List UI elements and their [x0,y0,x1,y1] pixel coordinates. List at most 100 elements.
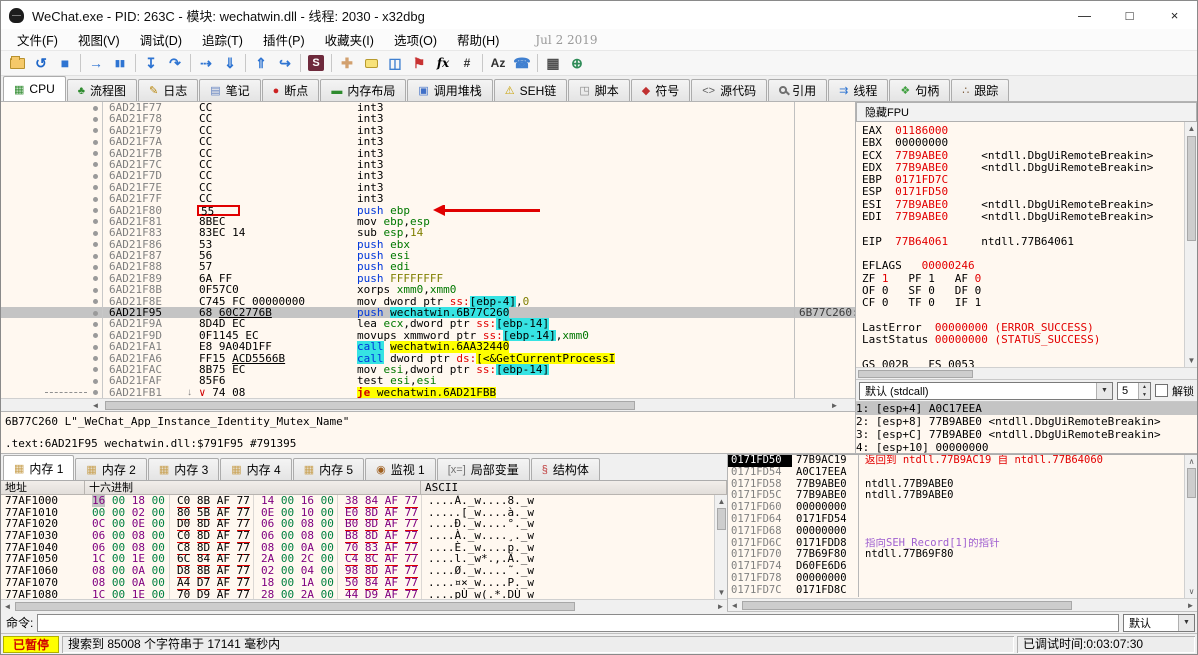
scrollbar-thumb[interactable] [105,401,635,410]
register-line[interactable]: CF 0 TF 0 IF 1 [862,297,1184,309]
comment-cell[interactable] [794,363,855,376]
scylla-icon[interactable]: S [304,52,328,74]
breakpoint-dot[interactable] [89,158,103,171]
scrollbar-thumb[interactable] [1187,468,1196,498]
address-cell[interactable]: 6AD21F83 [103,227,195,239]
comment-cell[interactable] [794,102,855,114]
address-cell[interactable]: 6AD21F7F [103,193,195,205]
comment-cell[interactable] [794,204,855,216]
stack-comment-cell[interactable] [858,513,1184,526]
breakpoint-dot[interactable] [89,307,103,319]
comment-cell[interactable] [794,386,855,398]
bytes-cell[interactable]: CC [195,147,357,159]
breakpoint-dot[interactable] [89,386,103,398]
memory-dump-view[interactable]: 77AF1000 16 00 18 00 C0 8B AF 77 14 00 16 0… [1,495,714,599]
menu-item[interactable]: 选项(O) [384,32,447,50]
scroll-down-arrow-icon[interactable]: ▼ [1185,354,1197,367]
breakpoint-dot[interactable] [89,341,103,353]
stack-comment-cell[interactable] [858,466,1184,479]
tab-跟踪[interactable]: ∴ 跟踪 [951,79,1010,101]
scroll-up-arrow-icon[interactable]: ∧ [1185,455,1197,468]
instruction-cell[interactable]: call wechatwin.6AA32440 [357,341,794,353]
comment-cell[interactable]: 6B77C260:L"_WeChat_App_Insta [794,307,855,319]
stack-address-cell[interactable]: 0171FD64 [728,513,792,526]
argument-row[interactable]: 2: [esp+8] 77B9ABE0 <ntdll.DbgUiRemoteBr… [856,415,1197,428]
open-file-icon[interactable] [5,52,29,74]
comment-cell[interactable] [794,318,855,330]
patch-icon[interactable]: ✚ [335,52,359,74]
disasm-row[interactable]: 6AD21F8B 0F57C0 xorps xmm0, xmm0 [1,284,855,296]
comment-cell[interactable] [794,261,855,273]
argument-row[interactable]: 1: [esp+4] A0C17EEA [856,402,1197,416]
comment-cell[interactable] [794,193,855,205]
tab-符号[interactable]: ◆ 符号 [630,79,691,101]
bytes-cell[interactable]: CC [195,182,357,193]
breakpoint-dot[interactable] [89,284,103,296]
breakpoint-dot[interactable] [89,147,103,159]
comment-cell[interactable] [794,227,855,239]
comment-cell[interactable] [794,250,855,262]
bytes-cell[interactable]: CC [195,193,357,204]
instruction-cell[interactable]: int3 [357,170,794,181]
hash-icon[interactable]: # [455,52,479,74]
registers-hscrollbar[interactable] [856,367,1197,380]
comment-cell[interactable] [794,341,855,353]
menu-item[interactable]: 追踪(T) [192,32,253,50]
disasm-row[interactable]: 6AD21FA1 E8 9A04D1FF call wechatwin.6AA324… [1,341,855,353]
title-bar[interactable]: WeChat.exe - PID: 263C - 模块: wechatwin.d… [1,1,1197,29]
scrollbar-thumb[interactable] [15,602,575,611]
comment-cell[interactable] [794,113,855,125]
instruction-cell[interactable]: int3 [357,159,794,170]
memory-row[interactable]: 77AF1080 1C 00 1E 00 70 D9 AF 77 28 00 2A 0… [1,587,714,599]
hex-group[interactable]: 44 D9 AF 77 [337,587,421,599]
stack-value-cell[interactable]: 00000000 [792,572,858,585]
dump-vscrollbar[interactable]: ▲ ▼ [714,495,727,599]
bytes-cell[interactable]: CC [195,113,357,124]
attach-icon[interactable]: ↪ [273,52,297,74]
stack-comment-cell[interactable] [858,572,1184,585]
stack-row[interactable]: 0171FD78 00000000 [728,572,1184,585]
disasm-row[interactable]: 6AD21FB1 ∨ 74 08 je wechatwin.6AD21FBB [1,386,855,398]
breakpoint-dot[interactable] [89,238,103,251]
comment-cell[interactable] [794,124,855,137]
stack-address-cell[interactable]: 0171FD7C [728,584,792,597]
instruction-cell[interactable]: call dword ptr ds: [<&GetCurrentProcessI [357,352,794,364]
comment-cell[interactable] [794,295,855,308]
instruction-cell[interactable]: lea ecx, dword ptr ss: [ebp-14] [357,318,794,330]
instruction-cell[interactable]: xorps xmm0, xmm0 [357,284,794,295]
instruction-cell[interactable]: int3 [357,193,794,204]
comment-cell[interactable] [794,158,855,171]
instruction-cell[interactable]: movups xmmword ptr ss: [ebp-14], xmm0 [357,329,794,342]
tab-内存 3[interactable]: ▦ 内存 3 [147,458,220,480]
disassembly-view[interactable]: 6AD21F77 CC int3 6AD21F78 CC int3 6AD21F79 CC in… [1,102,855,398]
stack-row[interactable]: 0171FD7C 0171FD8C [728,584,1184,597]
instruction-cell[interactable]: test esi, esi [357,375,794,386]
menu-item[interactable]: 视图(V) [68,32,130,50]
stack-row[interactable]: 0171FD68 00000000 [728,525,1184,538]
dump-header-address[interactable]: 地址 [1,481,85,495]
tab-笔记[interactable]: ▤ 笔记 [199,79,261,101]
comment-cell[interactable] [794,238,855,251]
breakpoint-dot[interactable] [89,363,103,376]
breakpoint-dot[interactable] [89,250,103,262]
phone-icon[interactable]: ☎ [510,52,534,74]
scrollbar-thumb[interactable] [1187,136,1196,241]
step-over-icon[interactable]: ↷ [163,52,187,74]
breakpoint-dot[interactable] [89,272,103,285]
step-into-icon[interactable]: ↧ [139,52,163,74]
hide-fpu-button[interactable]: 隐藏FPU [856,102,1197,122]
stack-vscrollbar[interactable]: ∧ ∨ [1184,455,1197,598]
register-line[interactable]: LastStatus 00000000 (STATUS_SUCCESS) [862,333,1184,346]
instruction-cell[interactable]: int3 [357,182,794,193]
instruction-cell[interactable]: int3 [357,148,794,159]
comment-cell[interactable] [794,329,855,342]
ascii-cell[interactable]: ....pÙ_w(.*.DÙ_w [421,588,534,599]
comment-icon[interactable] [359,52,383,74]
breakpoint-dot[interactable] [89,193,103,205]
registers-view[interactable]: EAX 01186000 EBX 00000000 ECX 77B9ABE0 <nt… [856,122,1197,368]
comment-cell[interactable] [794,136,855,148]
calculator-icon[interactable]: ▦ [541,52,565,74]
scrollbar-thumb[interactable] [717,508,726,530]
instruction-cell[interactable]: mov dword ptr ss: [ebp-4], 0 [357,295,794,308]
comment-cell[interactable] [794,170,855,182]
